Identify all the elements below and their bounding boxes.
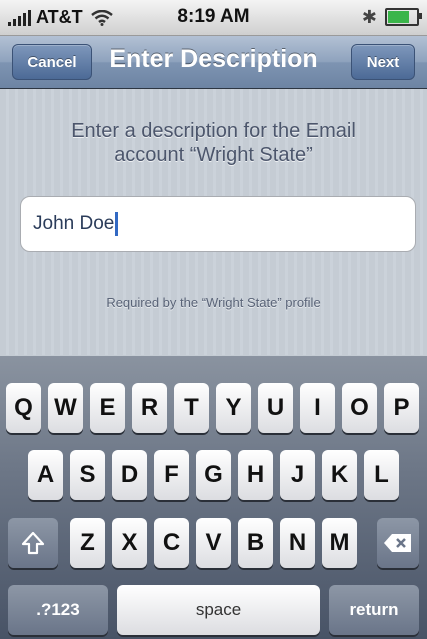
- description-field-value: John Doe: [33, 213, 115, 234]
- key-x[interactable]: X: [112, 518, 147, 568]
- key-v[interactable]: V: [196, 518, 231, 568]
- key-h[interactable]: H: [238, 450, 273, 500]
- key-n[interactable]: N: [280, 518, 315, 568]
- key-l[interactable]: L: [364, 450, 399, 500]
- key-z[interactable]: Z: [70, 518, 105, 568]
- text-cursor: [115, 212, 119, 236]
- next-button[interactable]: Next: [351, 44, 415, 80]
- key-y[interactable]: Y: [216, 383, 251, 433]
- key-c[interactable]: C: [154, 518, 189, 568]
- bluetooth-icon: ✱: [361, 7, 377, 27]
- battery-icon: [385, 8, 422, 26]
- key-d[interactable]: D: [112, 450, 147, 500]
- battery-fill: [388, 11, 409, 23]
- description-field[interactable]: John Doe: [20, 196, 416, 252]
- key-f[interactable]: F: [154, 450, 189, 500]
- status-bar: AT&T 8:19 AM ✱: [0, 0, 427, 36]
- key-k[interactable]: K: [322, 450, 357, 500]
- key-u[interactable]: U: [258, 383, 293, 433]
- status-right: ✱: [361, 7, 422, 27]
- key-t[interactable]: T: [174, 383, 209, 433]
- key-e[interactable]: E: [90, 383, 125, 433]
- key-o[interactable]: O: [342, 383, 377, 433]
- description-prompt: Enter a description for the Email accoun…: [20, 119, 407, 167]
- shift-key[interactable]: [8, 518, 58, 568]
- key-q[interactable]: Q: [6, 383, 41, 433]
- key-m[interactable]: M: [322, 518, 357, 568]
- delete-key[interactable]: [377, 518, 419, 568]
- key-a[interactable]: A: [28, 450, 63, 500]
- key-j[interactable]: J: [280, 450, 315, 500]
- key-i[interactable]: I: [300, 383, 335, 433]
- shift-arrow-icon: [21, 531, 45, 555]
- content-area: Enter a description for the Email accoun…: [0, 89, 427, 355]
- return-key[interactable]: return: [329, 585, 419, 635]
- keyboard: QWERTYUIOP ASDFGHJKL ZXCVBNM .?123 space…: [0, 356, 427, 639]
- prompt-line-2: account “Wright State”: [114, 144, 313, 166]
- navigation-bar: Cancel Enter Description Next: [0, 36, 427, 89]
- key-b[interactable]: B: [238, 518, 273, 568]
- prompt-line-1: Enter a description for the Email: [71, 120, 356, 142]
- key-g[interactable]: G: [196, 450, 231, 500]
- key-p[interactable]: P: [384, 383, 419, 433]
- key-r[interactable]: R: [132, 383, 167, 433]
- key-s[interactable]: S: [70, 450, 105, 500]
- profile-footnote: Required by the “Wright State” profile: [106, 295, 321, 310]
- numbers-key[interactable]: .?123: [8, 585, 108, 635]
- backspace-icon: [384, 534, 411, 552]
- space-key[interactable]: space: [117, 585, 320, 635]
- key-w[interactable]: W: [48, 383, 83, 433]
